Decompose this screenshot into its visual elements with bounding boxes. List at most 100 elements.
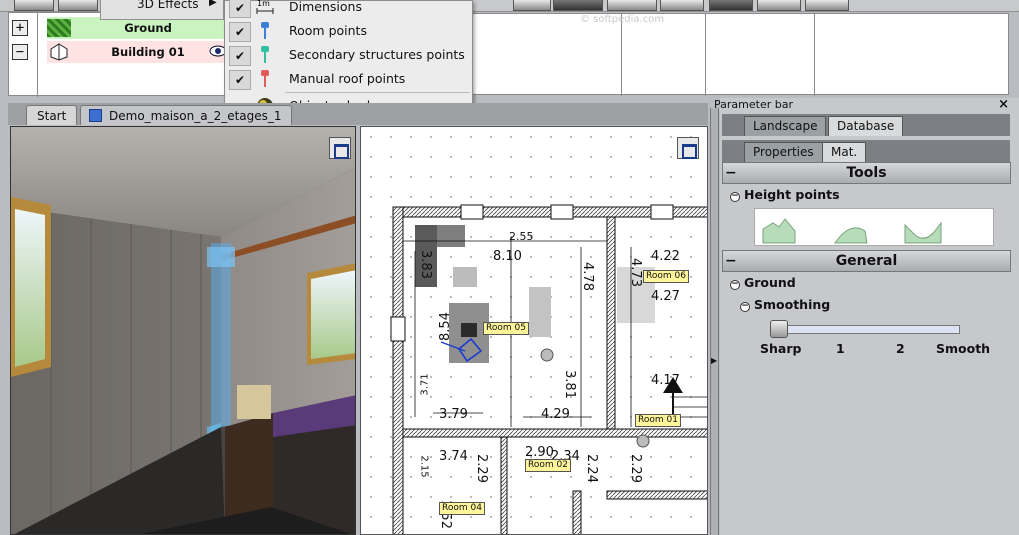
toolbar-button[interactable] — [58, 0, 98, 11]
tab-start[interactable]: Start — [26, 105, 78, 125]
submenu-arrow-icon: ▶ — [209, 0, 217, 8]
room-tag[interactable]: Room 04 — [439, 502, 485, 515]
document-tabs: Start Demo_maison_a_2_etages_1 — [8, 103, 708, 125]
expand-toggle[interactable]: + — [12, 20, 28, 36]
menu-item-dimensions[interactable]: ✔ 1m Dimensions — [225, 0, 472, 19]
toolbar-button[interactable] — [660, 0, 704, 11]
maximize-plan-button[interactable] — [677, 137, 699, 159]
menu-parent-3d-effects[interactable]: 3D Effects ▶ — [100, 0, 224, 20]
slider-label-1: 1 — [836, 341, 845, 356]
display-options-menu: ✔ 1m Dimensions ✔ Room points ✔ Secondar… — [224, 0, 473, 118]
panel-splitter[interactable]: ▶ — [710, 108, 719, 535]
check-icon: ✔ — [229, 0, 251, 18]
dimension-label: 4.73 — [627, 258, 643, 287]
toolbar-button[interactable] — [553, 0, 603, 11]
room-points-icon — [261, 22, 269, 39]
collapse-toggle[interactable]: − — [12, 44, 28, 60]
tools-section-header[interactable]: − Tools — [722, 162, 1011, 184]
toolbar-button[interactable] — [513, 0, 551, 11]
menu-parent-label: 3D Effects — [137, 0, 199, 11]
menu-item-label: Secondary structures points — [289, 47, 465, 62]
dimension-label: 3.83 — [417, 250, 433, 279]
menu-item-secondary-points[interactable]: ✔ Secondary structures points — [225, 43, 472, 67]
menu-item-label: Manual roof points — [289, 71, 406, 86]
toolbar-button[interactable] — [709, 0, 753, 11]
property-tabs: Properties Mat. — [722, 140, 1010, 162]
tab-document[interactable]: Demo_maison_a_2_etages_1 — [80, 105, 292, 125]
svg-text:1m: 1m — [257, 0, 270, 8]
ground-label: Ground — [744, 275, 796, 290]
general-section-header[interactable]: − General — [722, 250, 1011, 272]
dimension-label: 2.55 — [509, 230, 534, 243]
tab-landscape[interactable]: Landscape — [744, 116, 827, 136]
menu-item-label: Dimensions — [289, 0, 362, 14]
menu-item-room-points[interactable]: ✔ Room points — [225, 19, 472, 43]
height-points-header[interactable]: − Height points — [730, 187, 840, 202]
dimension-label: 3.74 — [439, 449, 468, 464]
dimension-label: 2.90 — [525, 445, 554, 460]
dimensions-icon: 1m — [256, 0, 274, 14]
smoothing-slider-thumb[interactable] — [770, 320, 788, 338]
close-icon[interactable]: × — [998, 97, 1009, 112]
collapse-icon: − — [725, 165, 737, 181]
layer-name: Building 01 — [111, 45, 185, 59]
3d-view[interactable] — [10, 126, 356, 535]
app-window: + Ground − Building 01 © softpedia.com 3… — [0, 0, 1019, 535]
parameter-tabs: Landscape Database — [722, 114, 1010, 136]
collapse-circle-icon: − — [740, 301, 750, 312]
tab-database[interactable]: Database — [828, 116, 904, 136]
3d-room-render — [11, 127, 355, 534]
watermark: © softpedia.com — [580, 14, 665, 25]
maximize-3d-button[interactable] — [329, 137, 351, 159]
slider-label-smooth: Smooth — [936, 341, 991, 356]
smoothing-slider-track[interactable] — [770, 325, 960, 334]
dimension-label: 4.27 — [651, 289, 680, 304]
lower-point-icon[interactable] — [904, 221, 942, 244]
document-icon — [89, 109, 102, 122]
dimension-label: 3.81 — [561, 370, 577, 399]
slider-label-2: 2 — [896, 341, 905, 356]
tab-properties[interactable]: Properties — [744, 142, 823, 162]
tools-section-label: Tools — [846, 165, 887, 181]
menu-item-label: Room points — [289, 23, 367, 38]
room-tag[interactable]: Room 02 — [525, 459, 571, 472]
smoothing-header[interactable]: − Smoothing — [740, 297, 830, 312]
roof-points-icon — [261, 70, 269, 87]
height-points-label: Height points — [744, 187, 840, 202]
building-icon — [50, 43, 68, 61]
preview-tiles — [472, 13, 1009, 96]
tab-document-label: Demo_maison_a_2_etages_1 — [109, 109, 282, 123]
menu-item-roof-points[interactable]: ✔ Manual roof points — [225, 67, 472, 91]
toolbar-button[interactable] — [757, 0, 801, 11]
ground-header[interactable]: − Ground — [730, 275, 796, 290]
dimension-label: 4.78 — [579, 262, 595, 291]
dimension-label: 8.54 — [437, 312, 453, 341]
grass-texture-icon — [47, 19, 71, 37]
toolbar-button[interactable] — [14, 0, 54, 11]
dimension-label: 2.29 — [473, 454, 489, 483]
menu-separator — [285, 92, 470, 93]
slider-label-sharp: Sharp — [760, 341, 802, 356]
toolbar-button[interactable] — [805, 0, 849, 11]
splitter-arrow-icon: ▶ — [711, 356, 718, 365]
raise-point-icon[interactable] — [762, 218, 796, 244]
smooth-point-icon[interactable] — [834, 227, 868, 244]
toolbar-button[interactable] — [607, 0, 657, 11]
dimension-label: 4.17 — [651, 373, 680, 388]
parameter-bar: Parameter bar × Landscape Database Prope… — [714, 97, 1019, 535]
tab-material[interactable]: Mat. — [822, 142, 867, 162]
check-icon: ✔ — [229, 46, 251, 66]
room-tag[interactable]: Room 06 — [643, 270, 689, 283]
room-tag[interactable]: Room 05 — [483, 322, 529, 335]
layer-name: Ground — [124, 21, 172, 35]
dimension-label: 4.22 — [651, 249, 680, 264]
collapse-circle-icon: − — [730, 191, 740, 202]
smoothing-label: Smoothing — [754, 297, 831, 312]
dimension-label: 8.10 — [493, 249, 522, 264]
dimension-label: 3.71 — [419, 373, 431, 396]
dimension-label: 2.24 — [583, 454, 599, 483]
plan-view[interactable]: 2.55 8.10 4.22 4.73 4.27 4.78 3.83 8.54 … — [360, 126, 708, 535]
dimension-label: 2.29 — [627, 454, 643, 483]
check-icon: ✔ — [229, 22, 251, 42]
room-tag[interactable]: Room 01 — [635, 414, 681, 427]
